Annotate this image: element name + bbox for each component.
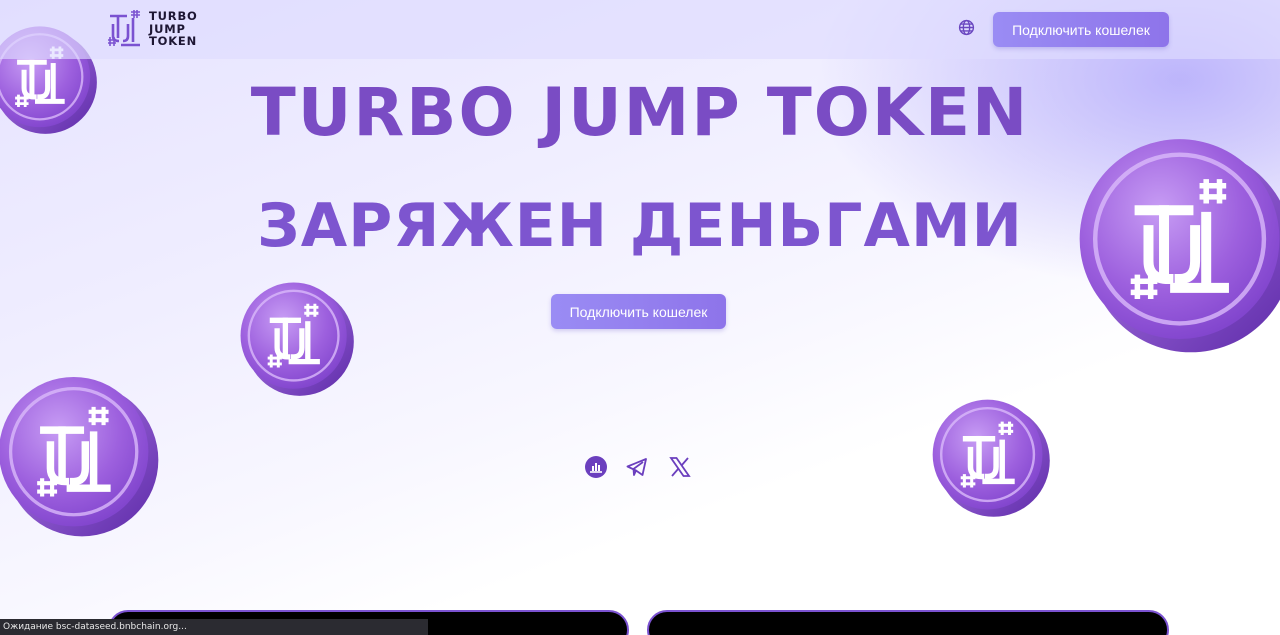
chart-icon[interactable] — [584, 455, 608, 479]
connect-wallet-button[interactable]: Подключить кошелек — [993, 12, 1169, 47]
token-coin-icon — [928, 396, 1052, 518]
x-icon[interactable] — [668, 455, 692, 479]
globe-icon[interactable] — [958, 19, 975, 36]
browser-status-bar: Ожидание bsc-dataseed.bnbchain.org... — [0, 619, 428, 635]
hero-subtitle: ЗАРЯЖЕН ДЕНЬГАМИ — [257, 191, 1023, 261]
telegram-icon[interactable] — [625, 455, 649, 479]
logo-wordmark: TURBO JUMP TOKEN — [149, 10, 198, 48]
feature-card — [647, 610, 1169, 635]
hero-connect-wallet-button[interactable]: Подключить кошелек — [551, 294, 726, 329]
token-coin-icon — [0, 370, 160, 540]
token-coin-icon — [237, 275, 355, 401]
logo-word: TOKEN — [149, 34, 198, 49]
brand-logo[interactable]: TURBO JUMP TOKEN — [107, 9, 217, 49]
logo-mark-icon — [108, 10, 140, 47]
logo-word: TURBO — [149, 9, 198, 24]
hero-title: TURBO JUMP TOKEN — [250, 74, 1030, 151]
